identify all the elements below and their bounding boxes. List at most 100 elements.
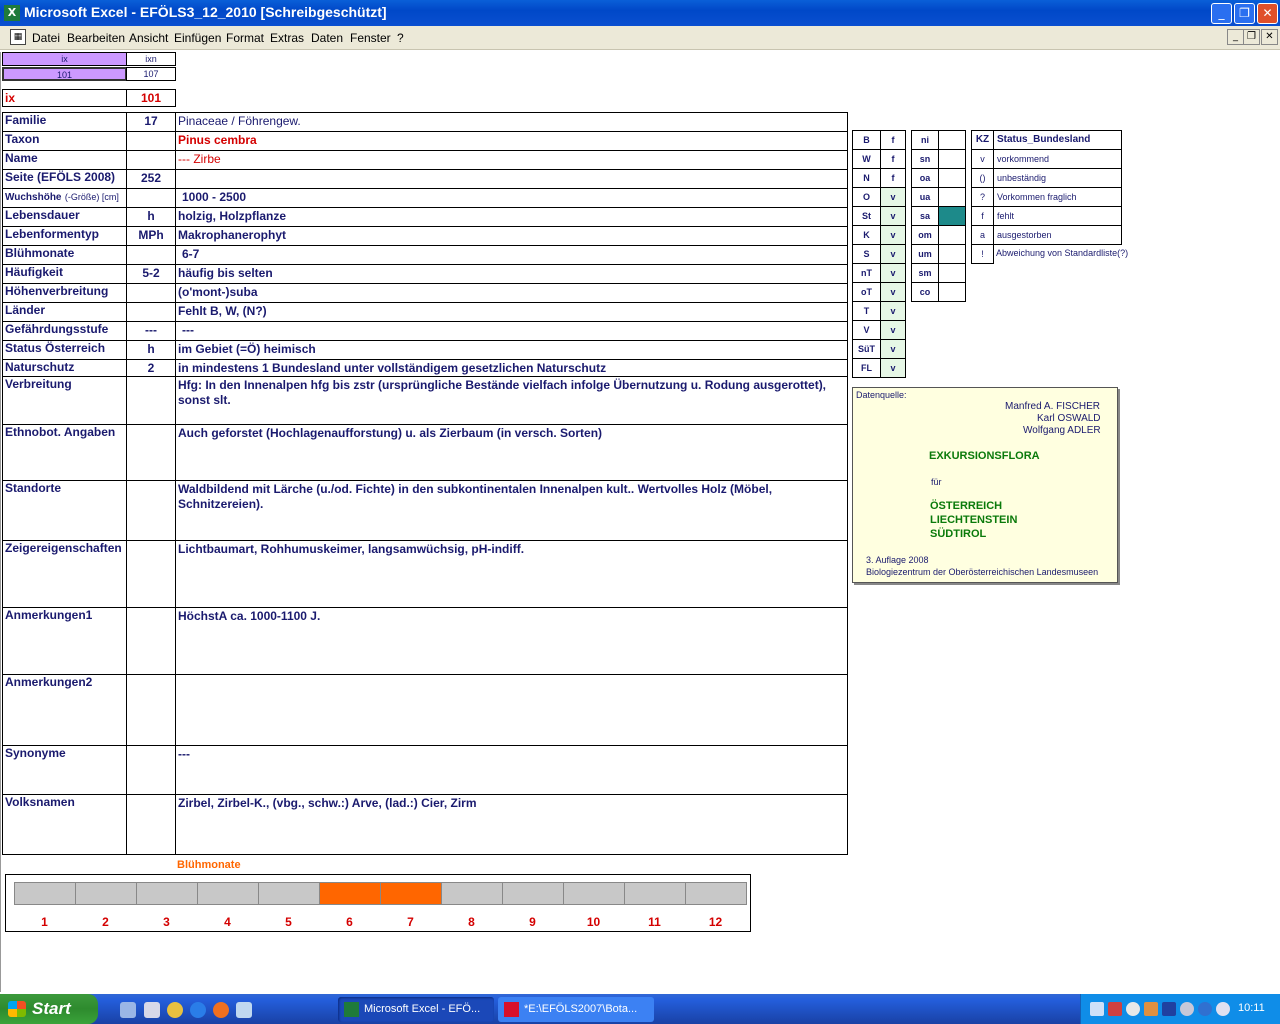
row-label[interactable]: Taxon [2,131,127,151]
row-label[interactable]: Volksnamen [2,794,127,855]
region-code-cell[interactable]: oa [911,168,939,188]
row-value[interactable] [175,674,848,746]
region-code-cell[interactable]: ni [911,130,939,150]
update-icon[interactable] [1144,1002,1158,1016]
row-label[interactable]: Wuchshöhe (-Größe) [cm] [2,188,127,208]
document-icon[interactable]: ▦ [10,29,26,45]
ix-row-label[interactable]: ix [2,89,127,107]
row-code[interactable] [126,283,176,303]
state-status-cell[interactable]: v [880,320,906,340]
minimize-button[interactable]: _ [1211,3,1232,24]
row-code[interactable]: 17 [126,112,176,132]
row-code[interactable] [126,480,176,541]
row-code[interactable] [126,794,176,855]
outlook-icon[interactable] [236,1002,252,1018]
row-label[interactable]: Anmerkungen1 [2,607,127,675]
row-value[interactable]: Waldbildend mit Lärche (u./od. Fichte) i… [175,480,848,541]
state-code-cell[interactable]: St [852,206,881,226]
explorer-icon[interactable] [144,1002,160,1018]
volume-icon[interactable] [1180,1002,1194,1016]
legend-kz-cell[interactable]: a [971,225,994,245]
state-status-cell[interactable]: f [880,168,906,188]
menu-bearbeiten[interactable]: Bearbeiten [67,31,125,45]
row-code[interactable] [126,424,176,481]
region-status-cell[interactable] [938,206,966,226]
row-value[interactable]: Lichtbaumart, Rohhumuskeimer, langsamwüc… [175,540,848,608]
row-label[interactable]: Ethnobot. Angaben [2,424,127,481]
state-status-cell[interactable]: v [880,187,906,207]
close-button[interactable]: ✕ [1257,3,1278,24]
region-status-cell[interactable] [938,149,966,169]
row-code[interactable] [126,302,176,322]
doc-restore-button[interactable]: ❐ [1243,29,1260,45]
menu-fenster[interactable]: Fenster [350,31,391,45]
row-label[interactable]: Seite (EFÖLS 2008) [2,169,127,189]
row-label[interactable]: Name [2,150,127,170]
row-value[interactable]: 1000 - 2500 [175,188,848,208]
state-status-cell[interactable]: v [880,301,906,321]
region-status-cell[interactable] [938,130,966,150]
row-code[interactable]: 2 [126,359,176,377]
state-code-cell[interactable]: N [852,168,881,188]
row-value[interactable]: --- Zirbe [175,150,848,170]
row-code[interactable]: 5-2 [126,264,176,284]
state-status-cell[interactable]: v [880,339,906,359]
ixn-header-cell[interactable]: ixn [126,52,176,66]
row-value[interactable] [175,169,848,189]
menu-format[interactable]: Format [226,31,264,45]
doc-close-button[interactable]: ✕ [1261,29,1278,45]
legend-kz-cell[interactable]: () [971,168,994,188]
state-status-cell[interactable]: f [880,149,906,169]
legend-text-cell[interactable]: ausgestorben [993,225,1122,245]
search-icon[interactable] [1126,1002,1140,1016]
state-code-cell[interactable]: FL [852,358,881,378]
row-label[interactable]: Länder [2,302,127,322]
state-code-cell[interactable]: nT [852,263,881,283]
row-label[interactable]: Höhenverbreitung [2,283,127,303]
legend-kz-cell[interactable]: v [971,149,994,169]
row-label[interactable]: Blühmonate [2,245,127,265]
menu-extras[interactable]: Extras [270,31,304,45]
info-icon[interactable] [1198,1002,1212,1016]
restore-button[interactable]: ❐ [1234,3,1255,24]
row-code[interactable] [126,745,176,795]
firefox-icon[interactable] [213,1002,229,1018]
row-value[interactable]: im Gebiet (=Ö) heimisch [175,340,848,360]
row-code[interactable] [126,245,176,265]
row-value[interactable]: Zirbel, Zirbel-K., (vbg., schw.:) Arve, … [175,794,848,855]
media-player-icon[interactable] [167,1002,183,1018]
row-value[interactable]: Hfg: In den Innenalpen hfg bis zstr (urs… [175,376,848,425]
desktop-icon[interactable] [120,1002,136,1018]
network-icon[interactable] [1090,1002,1104,1016]
row-code[interactable] [126,131,176,151]
state-status-cell[interactable]: v [880,358,906,378]
row-value[interactable]: (o'mont-)suba [175,283,848,303]
row-label[interactable]: Synonyme [2,745,127,795]
internet-explorer-icon[interactable] [190,1002,206,1018]
state-status-cell[interactable]: v [880,282,906,302]
row-code[interactable]: h [126,340,176,360]
menu-datei[interactable]: Datei [32,31,60,45]
region-status-cell[interactable] [938,244,966,264]
legend-text-cell[interactable]: unbeständig [993,168,1122,188]
legend-status-header[interactable]: Status_Bundesland [993,130,1122,150]
row-label[interactable]: Zeigereigenschaften [2,540,127,608]
row-code[interactable]: h [126,207,176,227]
ix-row-value[interactable]: 101 [126,89,176,107]
row-label[interactable]: Lebensdauer [2,207,127,227]
ix-header-cell[interactable]: ix [2,52,127,66]
row-label[interactable]: Lebenformentyp [2,226,127,246]
region-code-cell[interactable]: sn [911,149,939,169]
state-status-cell[interactable]: v [880,225,906,245]
row-value[interactable]: 6-7 [175,245,848,265]
row-value[interactable]: Fehlt B, W, (N?) [175,302,848,322]
region-status-cell[interactable] [938,225,966,245]
row-value[interactable]: Pinaceae / Föhrengew. [175,112,848,132]
state-code-cell[interactable]: O [852,187,881,207]
start-button[interactable]: Start [0,994,98,1024]
state-status-cell[interactable]: v [880,263,906,283]
task-editor[interactable]: *E:\EFÖLS2007\Bota... [498,997,654,1022]
state-status-cell[interactable]: f [880,130,906,150]
row-value[interactable]: in mindestens 1 Bundesland unter vollstä… [175,359,848,377]
row-value[interactable]: HöchstA ca. 1000-1100 J. [175,607,848,675]
